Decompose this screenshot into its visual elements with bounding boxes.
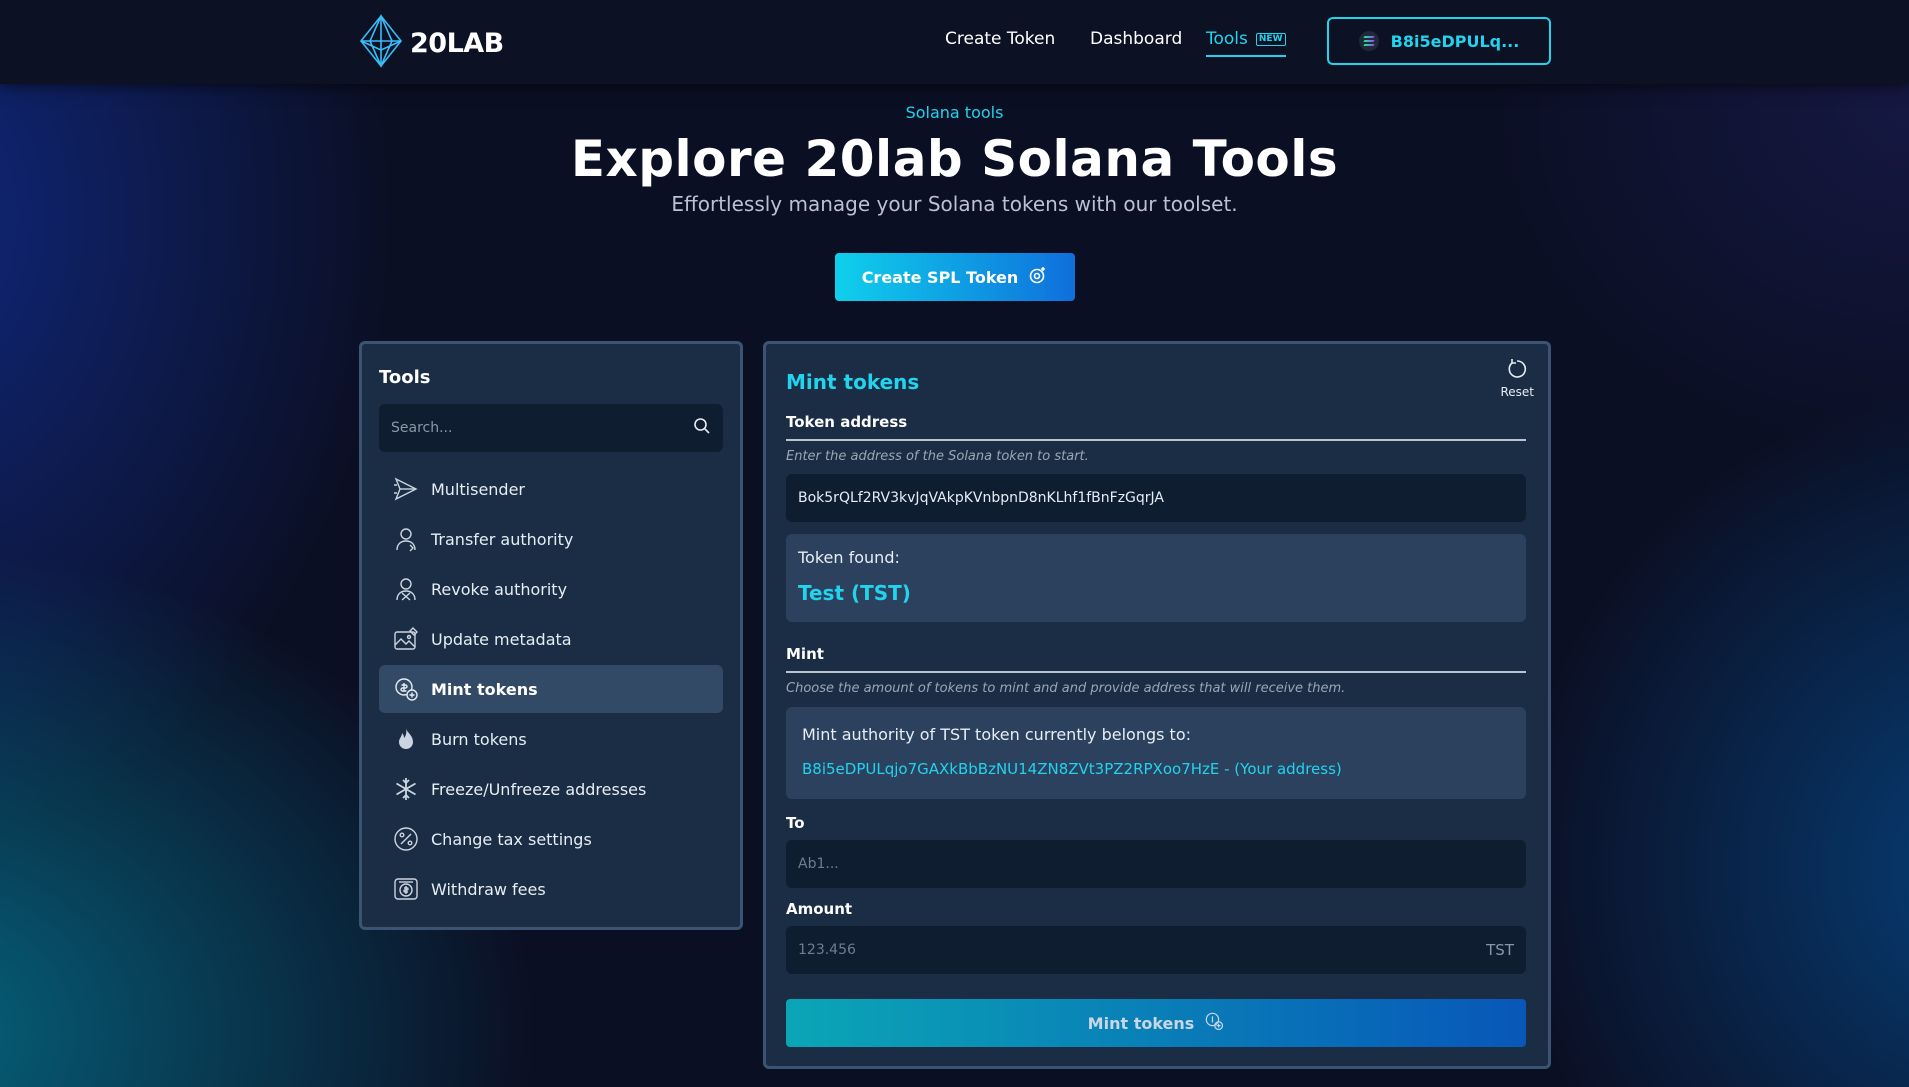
user-x-icon [393, 576, 419, 602]
tool-item-label: Revoke authority [431, 579, 568, 599]
token-address-input[interactable] [798, 490, 1514, 506]
dollar-icon [393, 876, 419, 902]
new-badge: NEW [1255, 32, 1286, 46]
tool-item-label: Change tax settings [431, 829, 592, 849]
tools-title: Tools [379, 367, 431, 388]
percent-icon [393, 826, 419, 852]
hero-eyebrow: Solana tools [905, 103, 1004, 122]
nav-dashboard[interactable]: Dashboard [1090, 29, 1182, 49]
nav-tools-label: Tools [1206, 29, 1248, 49]
token-address-label: Token address [786, 413, 908, 431]
user-icon [393, 526, 419, 552]
flame-icon [393, 726, 419, 752]
logo-text: 20LAB [410, 27, 504, 59]
wallet-address: B8i5eDPULq... [1390, 31, 1520, 51]
tool-item-burn-tokens[interactable]: Burn tokens [379, 714, 723, 764]
tool-item-mint-tokens[interactable]: Mint tokens [379, 665, 723, 713]
tools-list: Multisender Transfer authority Revoke au… [379, 464, 723, 914]
create-spl-token-label: Create SPL Token [861, 267, 1019, 287]
mint-tokens-panel: Mint tokens Reset Token address Enter th… [763, 341, 1551, 1069]
reset-button[interactable]: Reset [1500, 356, 1534, 399]
search-icon[interactable] [693, 417, 711, 439]
reset-icon [1506, 358, 1528, 383]
mint-hint: Choose the amount of tokens to mint and … [786, 681, 1346, 696]
nav-create-token[interactable]: Create Token [945, 29, 1055, 49]
mint-label: Mint [786, 645, 824, 663]
token-found-box: Token found: Test (TST) [786, 534, 1526, 622]
token-found-value: Test (TST) [798, 581, 911, 605]
tool-item-withdraw-fees[interactable]: Withdraw fees [379, 864, 723, 914]
amount-field: TST [786, 926, 1526, 974]
tool-item-label: Transfer authority [431, 529, 574, 549]
coins-plus-icon [1204, 1011, 1224, 1035]
token-address-hint: Enter the address of the Solana token to… [786, 449, 1089, 464]
tool-item-multisender[interactable]: Multisender [379, 464, 723, 514]
tool-item-label: Withdraw fees [431, 879, 546, 899]
mint-tokens-button-label: Mint tokens [1087, 1013, 1195, 1033]
coins-plus-icon [393, 676, 419, 702]
page-title: Explore 20lab Solana Tools [570, 130, 1339, 188]
image-edit-icon [393, 626, 419, 652]
divider [786, 439, 1526, 441]
tool-item-transfer-authority[interactable]: Transfer authority [379, 514, 723, 564]
solana-icon [1358, 31, 1379, 51]
send-icon [393, 476, 419, 502]
page-subtitle: Effortlessly manage your Solana tokens w… [671, 192, 1238, 216]
tool-item-change-tax[interactable]: Change tax settings [379, 814, 723, 864]
tool-item-label: Burn tokens [431, 729, 527, 749]
tool-item-label: Update metadata [431, 629, 572, 649]
tools-search [379, 404, 723, 452]
amount-label: Amount [786, 900, 853, 918]
wallet-button[interactable]: B8i5eDPULq... [1327, 17, 1551, 65]
tool-item-update-metadata[interactable]: Update metadata [379, 614, 723, 664]
to-field [786, 840, 1526, 888]
tools-search-input[interactable] [391, 420, 693, 436]
tool-item-freeze-unfreeze[interactable]: Freeze/Unfreeze addresses [379, 764, 723, 814]
to-label: To [786, 814, 805, 832]
tool-item-label: Multisender [431, 479, 526, 499]
tool-item-revoke-authority[interactable]: Revoke authority [379, 564, 723, 614]
logo[interactable]: 20LAB [358, 14, 504, 72]
mint-authority-address[interactable]: B8i5eDPULqjo7GAXkBbBzNU14ZN8ZVt3PZ2RPXoo… [802, 760, 1342, 778]
amount-unit: TST [1486, 941, 1514, 959]
mint-authority-text: Mint authority of TST token currently be… [802, 725, 1191, 744]
to-address-input[interactable] [798, 856, 1514, 872]
amount-input[interactable] [798, 942, 1487, 958]
top-header: 20LAB Create Token Dashboard Tools NEW B… [0, 0, 1909, 84]
nav-tools[interactable]: Tools NEW [1206, 29, 1286, 57]
coin-sparkle-icon [1028, 265, 1048, 289]
tool-item-label: Freeze/Unfreeze addresses [431, 779, 647, 799]
mint-tokens-button[interactable]: Mint tokens [786, 999, 1526, 1047]
create-spl-token-button[interactable]: Create SPL Token [835, 253, 1075, 301]
logo-diamond-icon [358, 14, 404, 72]
divider [786, 671, 1526, 673]
mint-authority-box: Mint authority of TST token currently be… [786, 707, 1526, 799]
snowflake-icon [393, 776, 419, 802]
reset-label: Reset [1500, 385, 1534, 399]
token-address-field [786, 474, 1526, 522]
tools-panel: Tools Multisender Transfer authority Rev… [359, 341, 743, 930]
tool-item-label: Mint tokens [431, 679, 538, 699]
token-found-label: Token found: [798, 548, 900, 567]
section-title: Mint tokens [786, 370, 920, 394]
